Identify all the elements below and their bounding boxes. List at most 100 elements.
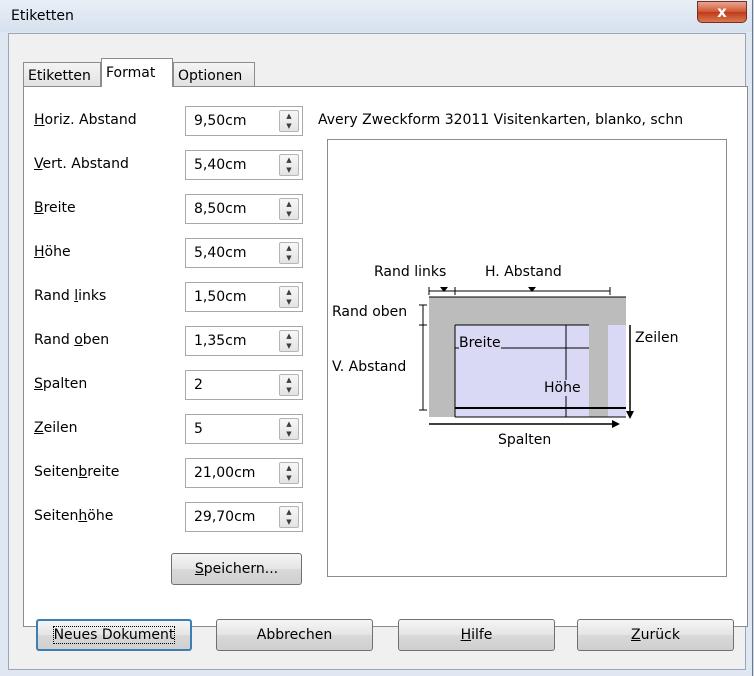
- spin-up-icon[interactable]: ▲: [280, 155, 298, 165]
- spin-field-value[interactable]: 5,40cm: [194, 245, 247, 261]
- tab-format[interactable]: Format: [101, 58, 173, 87]
- spin-field-7[interactable]: 5 ▲ ▼: [185, 414, 303, 444]
- spin-buttons[interactable]: ▲ ▼: [279, 330, 299, 352]
- field-label-1: Vert. Abstand: [34, 156, 129, 172]
- back-accel: Z: [631, 627, 641, 643]
- spin-up-icon[interactable]: ▲: [280, 463, 298, 473]
- spin-up-icon[interactable]: ▲: [280, 419, 298, 429]
- spin-down-icon[interactable]: ▼: [280, 121, 298, 131]
- field-label-prefix: Seiten: [34, 508, 79, 524]
- spin-field-value[interactable]: 21,00cm: [194, 465, 255, 481]
- spin-up-icon[interactable]: ▲: [280, 243, 298, 253]
- tab-etiketten[interactable]: Etiketten: [23, 62, 101, 86]
- spin-field-value[interactable]: 1,35cm: [194, 333, 247, 349]
- field-label-suffix: reite: [87, 464, 120, 480]
- spin-buttons[interactable]: ▲ ▼: [279, 374, 299, 396]
- label-preview: Rand links H. Abstand Rand oben V. Absta…: [327, 139, 727, 577]
- spalten-caption: Spalten: [498, 432, 552, 448]
- back-button[interactable]: Zurück: [577, 619, 734, 651]
- spin-buttons[interactable]: ▲ ▼: [279, 286, 299, 308]
- spin-field-8[interactable]: 21,00cm ▲ ▼: [185, 458, 303, 488]
- field-label-accel: b: [78, 464, 88, 480]
- field-label-suffix: ert. Abstand: [42, 156, 129, 172]
- field-label-accel: B: [34, 200, 44, 216]
- spin-field-value[interactable]: 5: [194, 421, 203, 437]
- save-button-label: peichern...: [203, 561, 279, 577]
- rand-links-caption: Rand links: [374, 264, 447, 280]
- dialog-window: Etiketten x Etiketten Format Optionen Ho…: [0, 0, 753, 676]
- spin-up-icon[interactable]: ▲: [280, 199, 298, 209]
- spin-buttons[interactable]: ▲ ▼: [279, 154, 299, 176]
- back-label: urück: [640, 627, 680, 643]
- cancel-button[interactable]: Abbrechen: [216, 619, 373, 651]
- field-label-9: Seitenhöhe: [34, 508, 113, 524]
- field-label-8: Seitenbreite: [34, 464, 119, 480]
- spin-field-1[interactable]: 5,40cm ▲ ▼: [185, 150, 303, 180]
- breite-caption: Breite: [459, 335, 501, 351]
- field-label-suffix: eilen: [43, 420, 78, 436]
- label-2: [608, 325, 626, 417]
- spin-down-icon[interactable]: ▼: [280, 385, 298, 395]
- h-abstand-caption: H. Abstand: [485, 264, 562, 280]
- tab-etiketten-label: Etiketten: [28, 68, 91, 84]
- field-label-7: Zeilen: [34, 420, 77, 436]
- tab-optionen[interactable]: Optionen: [173, 62, 255, 86]
- spin-field-3[interactable]: 5,40cm ▲ ▼: [185, 238, 303, 268]
- field-label-suffix: reite: [43, 200, 76, 216]
- close-icon: x: [717, 3, 727, 21]
- spin-field-value[interactable]: 1,50cm: [194, 289, 247, 305]
- spin-down-icon[interactable]: ▼: [280, 165, 298, 175]
- window-title: Etiketten: [11, 8, 74, 24]
- spin-field-value[interactable]: 29,70cm: [194, 509, 255, 525]
- spin-field-value[interactable]: 2: [194, 377, 203, 393]
- spin-down-icon[interactable]: ▼: [280, 209, 298, 219]
- spin-down-icon[interactable]: ▼: [280, 429, 298, 439]
- spin-field-6[interactable]: 2 ▲ ▼: [185, 370, 303, 400]
- spin-field-0[interactable]: 9,50cm ▲ ▼: [185, 106, 303, 136]
- save-button[interactable]: Speichern...: [171, 553, 302, 585]
- field-label-3: Höhe: [34, 244, 71, 260]
- field-label-accel: H: [34, 112, 45, 128]
- spin-up-icon[interactable]: ▲: [280, 375, 298, 385]
- spin-up-icon[interactable]: ▲: [280, 287, 298, 297]
- spin-up-icon[interactable]: ▲: [280, 331, 298, 341]
- close-button[interactable]: x: [697, 1, 747, 23]
- field-label-6: Spalten: [34, 376, 87, 392]
- v-abstand-caption: V. Abstand: [332, 359, 407, 375]
- spin-field-value[interactable]: 9,50cm: [194, 113, 247, 129]
- spin-up-icon[interactable]: ▲: [280, 111, 298, 121]
- spin-down-icon[interactable]: ▼: [280, 341, 298, 351]
- spin-field-9[interactable]: 29,70cm ▲ ▼: [185, 502, 303, 532]
- spin-buttons[interactable]: ▲ ▼: [279, 506, 299, 528]
- spin-buttons[interactable]: ▲ ▼: [279, 242, 299, 264]
- spin-down-icon[interactable]: ▼: [280, 297, 298, 307]
- spin-down-icon[interactable]: ▼: [280, 517, 298, 527]
- new-document-button[interactable]: Neues Dokument: [36, 619, 192, 651]
- spin-buttons[interactable]: ▲ ▼: [279, 198, 299, 220]
- spin-field-4[interactable]: 1,50cm ▲ ▼: [185, 282, 303, 312]
- tab-optionen-label: Optionen: [178, 68, 243, 84]
- spin-buttons[interactable]: ▲ ▼: [279, 110, 299, 132]
- field-label-accel: H: [34, 244, 45, 260]
- help-button[interactable]: Hilfe: [398, 619, 555, 651]
- title-bar[interactable]: Etiketten x: [0, 0, 752, 32]
- zeilen-arrow: [626, 411, 634, 419]
- field-label-accel: h: [78, 508, 88, 524]
- field-label-accel: S: [34, 376, 43, 392]
- spin-field-5[interactable]: 1,35cm ▲ ▼: [185, 326, 303, 356]
- spin-down-icon[interactable]: ▼: [280, 253, 298, 263]
- field-label-accel: o: [74, 332, 83, 348]
- spin-field-2[interactable]: 8,50cm ▲ ▼: [185, 194, 303, 224]
- spin-down-icon[interactable]: ▼: [280, 473, 298, 483]
- spin-buttons[interactable]: ▲ ▼: [279, 418, 299, 440]
- spin-field-value[interactable]: 8,50cm: [194, 201, 247, 217]
- field-label-suffix: öhe: [87, 508, 114, 524]
- spin-buttons[interactable]: ▲ ▼: [279, 462, 299, 484]
- hoehe-caption: Höhe: [544, 380, 581, 396]
- tab-format-label: Format: [106, 65, 156, 81]
- field-label-suffix: ben: [82, 332, 110, 348]
- spalten-arrow: [612, 420, 620, 428]
- spin-up-icon[interactable]: ▲: [280, 507, 298, 517]
- new-document-label: Neues Dokument: [52, 626, 176, 644]
- spin-field-value[interactable]: 5,40cm: [194, 157, 247, 173]
